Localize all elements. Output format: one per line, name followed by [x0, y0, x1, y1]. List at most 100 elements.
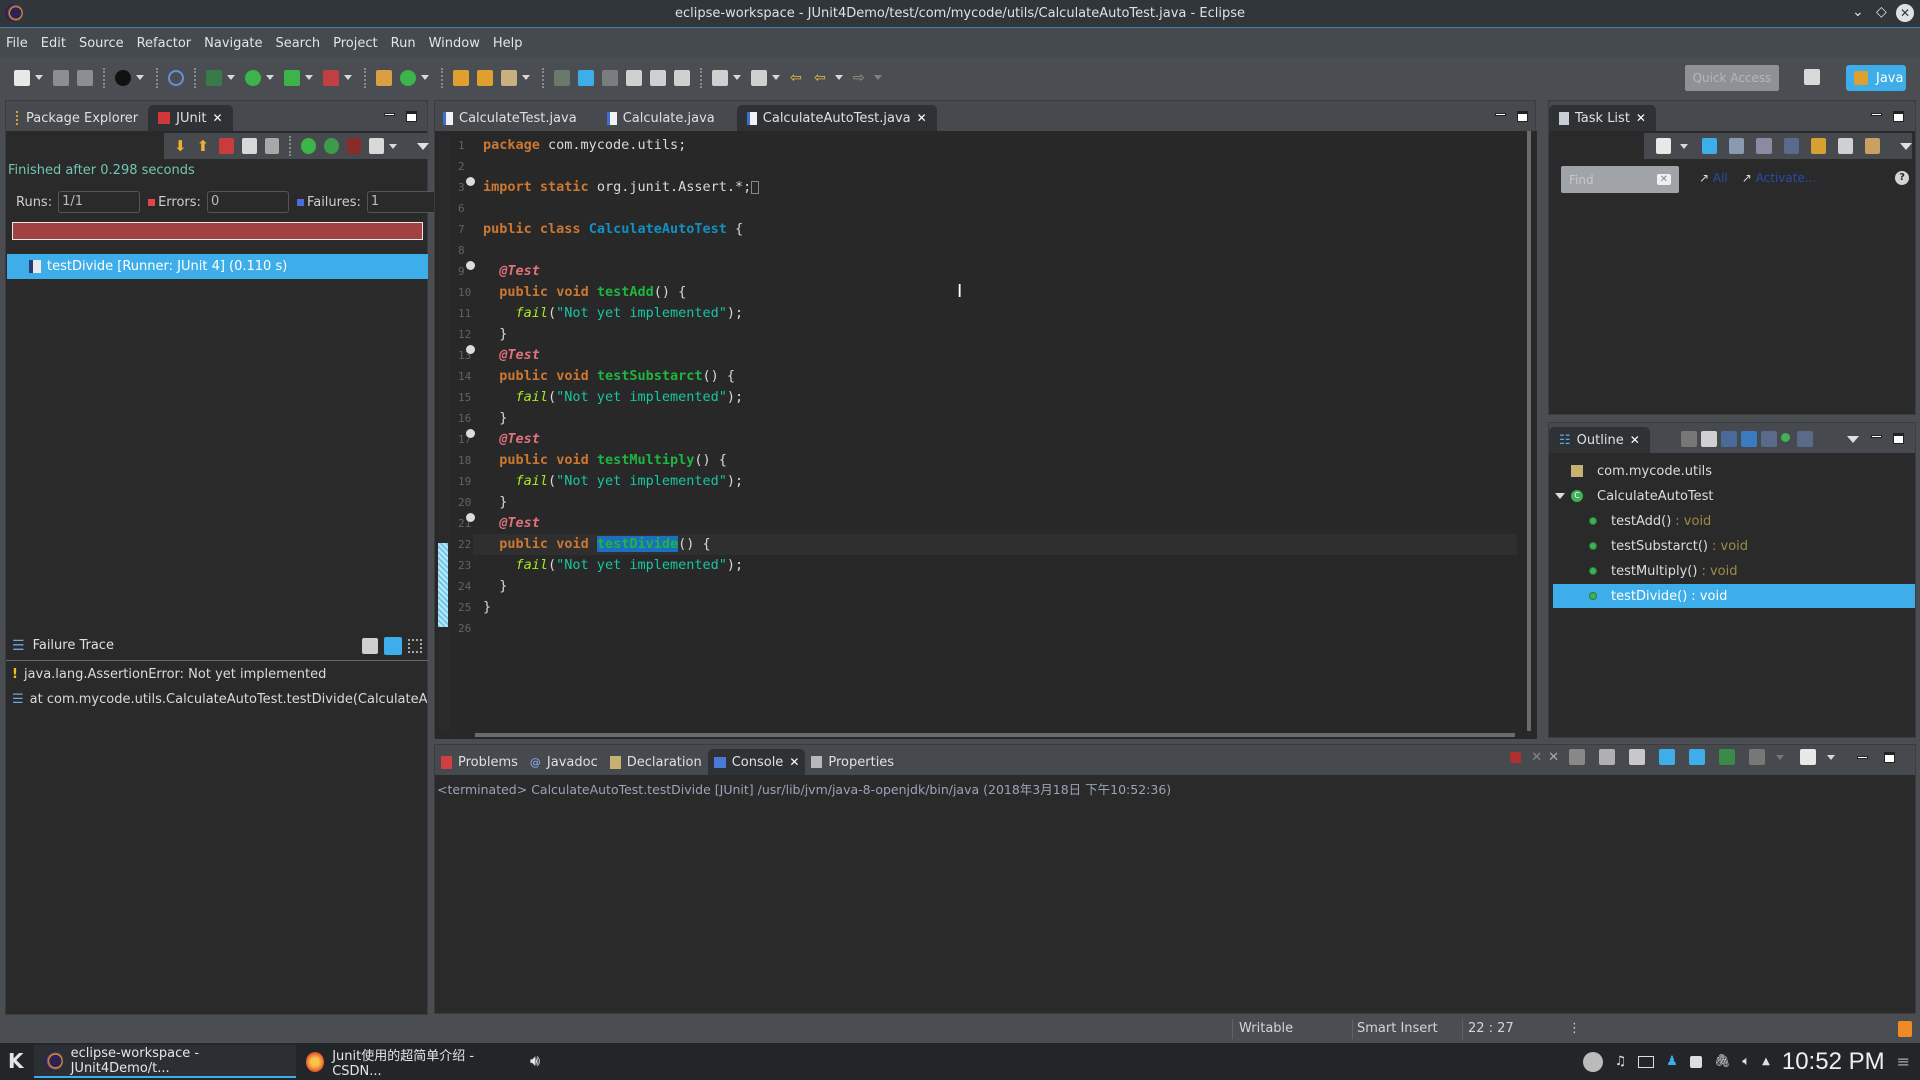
- help-icon[interactable]: ?: [1895, 171, 1909, 185]
- toggle-mark-occurrences-icon[interactable]: [578, 69, 594, 86]
- keyboard-layout-icon[interactable]: [1638, 1055, 1655, 1068]
- open-perspective-icon[interactable]: [1804, 69, 1820, 85]
- maximize-view-icon[interactable]: [1893, 433, 1904, 444]
- clipboard-icon[interactable]: 🖇︎: [1714, 1054, 1731, 1069]
- previous-annotation-dropdown-icon[interactable]: [772, 75, 780, 80]
- word-wrap-icon[interactable]: [1629, 749, 1645, 765]
- dropdown-icon[interactable]: [136, 75, 144, 80]
- kde-launcher-icon[interactable]: K: [8, 1049, 24, 1073]
- rerun-test-icon[interactable]: [301, 138, 317, 154]
- clock[interactable]: 10:52 PM: [1782, 1048, 1885, 1076]
- toggle-ant-editor-icon[interactable]: [554, 69, 570, 86]
- test-tree-item[interactable]: testDivide [Runner: JUnit 4] (0.110 s): [7, 254, 428, 279]
- minimize-view-icon[interactable]: [384, 113, 395, 116]
- history-dropdown-icon[interactable]: [389, 143, 398, 149]
- taskbar-item-eclipse[interactable]: eclipse-workspace - JUnit4Demo/t...: [34, 1045, 296, 1078]
- code-editor[interactable]: 1 2 3 6 7 8 9 10 11 12 13 14 15 16 17 18…: [435, 131, 1537, 739]
- task-find-input[interactable]: Find ✕: [1561, 166, 1679, 193]
- minimize-view-icon[interactable]: [1871, 435, 1882, 438]
- show-failures-only-icon[interactable]: [219, 138, 235, 154]
- debug-dropdown-icon[interactable]: [227, 75, 235, 80]
- show-console-on-stderr-icon[interactable]: [1689, 749, 1705, 765]
- new-task-dropdown-icon[interactable]: [1680, 143, 1689, 149]
- close-tab-icon[interactable]: ✕: [212, 111, 222, 125]
- panel-menu-icon[interactable]: ≡: [1897, 1052, 1910, 1071]
- menu-window[interactable]: Window: [429, 36, 480, 51]
- back-icon[interactable]: ⇦: [814, 70, 830, 86]
- editor-tab-calculatetest[interactable]: CalculateTest.java: [435, 105, 593, 131]
- outline-item-method[interactable]: testAdd(): void: [1549, 509, 1917, 533]
- open-task-icon[interactable]: [477, 69, 493, 86]
- lock-icon[interactable]: [1689, 1055, 1702, 1068]
- external-tools-dropdown-icon[interactable]: [344, 75, 352, 80]
- display-selected-console-icon[interactable]: [1749, 749, 1765, 765]
- hide-non-public-icon[interactable]: [1741, 431, 1757, 447]
- external-tools-icon[interactable]: [323, 69, 339, 86]
- menu-run[interactable]: Run: [391, 36, 416, 51]
- next-failure-icon[interactable]: ⬇: [174, 138, 189, 154]
- minimize-window-icon[interactable]: ⌄: [1852, 4, 1864, 20]
- copy-trace-icon[interactable]: [408, 639, 422, 653]
- rss-feed-icon[interactable]: [1898, 1021, 1912, 1037]
- quick-access-input[interactable]: Quick Access: [1685, 65, 1779, 91]
- search-dropdown-icon[interactable]: [522, 75, 530, 80]
- new-java-package-icon[interactable]: [376, 69, 392, 86]
- system-update-icon[interactable]: [1582, 1051, 1603, 1072]
- tab-problems[interactable]: Problems: [435, 749, 524, 775]
- skip-breakpoints-icon[interactable]: [168, 69, 184, 86]
- menu-source[interactable]: Source: [79, 36, 124, 51]
- music-player-icon[interactable]: ♫: [1615, 1054, 1627, 1069]
- maximize-editor-icon[interactable]: [1517, 111, 1528, 122]
- maximize-view-icon[interactable]: [1893, 111, 1904, 122]
- scheduled-icon[interactable]: [1729, 138, 1745, 154]
- menu-file[interactable]: File: [6, 36, 28, 51]
- editor-tab-calculate[interactable]: Calculate.java: [593, 105, 737, 131]
- expand-arrow-icon[interactable]: [1555, 493, 1565, 499]
- debug-perspective-icon[interactable]: [115, 69, 131, 86]
- run-icon[interactable]: [245, 69, 261, 86]
- close-tab-icon[interactable]: ✕: [789, 755, 799, 769]
- forward-icon[interactable]: ⇨: [853, 70, 869, 86]
- tab-task-list[interactable]: Task List ✕: [1549, 105, 1656, 131]
- show-console-on-stdout-icon[interactable]: [1659, 749, 1675, 765]
- outline-item-class[interactable]: C CalculateAutoTest: [1549, 484, 1917, 508]
- next-annotation-icon[interactable]: [712, 69, 728, 86]
- outline-item-method[interactable]: testSubstarct(): void: [1549, 534, 1917, 558]
- new-dropdown-icon[interactable]: [35, 75, 43, 80]
- terminate-icon[interactable]: [1510, 751, 1522, 763]
- remove-launch-icon[interactable]: ✕: [1531, 750, 1542, 765]
- code-content[interactable]: package com.mycode.utils; import static …: [473, 135, 1517, 639]
- previous-failure-icon[interactable]: ⬆: [197, 138, 212, 154]
- tab-package-explorer[interactable]: Package Explorer: [6, 105, 148, 131]
- menu-search[interactable]: Search: [275, 36, 320, 51]
- taskbar-item-firefox[interactable]: Junit使用的超简单介绍 - CSDN...: [296, 1045, 520, 1079]
- volume-icon[interactable]: 🔈︎: [1742, 1054, 1750, 1069]
- view-menu-icon[interactable]: [1900, 142, 1912, 150]
- tab-junit[interactable]: JUnit ✕: [148, 105, 233, 131]
- toggle-word-wrap-icon[interactable]: [602, 69, 618, 86]
- show-skipped-tests-icon[interactable]: [242, 138, 257, 154]
- close-window-icon[interactable]: ✕: [1896, 4, 1914, 22]
- pin-console-icon[interactable]: [1719, 749, 1735, 765]
- stop-test-run-icon[interactable]: [346, 138, 362, 154]
- focus-active-task-icon[interactable]: [1781, 433, 1790, 442]
- close-tab-icon[interactable]: ✕: [1636, 111, 1646, 125]
- link-with-editor-icon[interactable]: [1797, 431, 1813, 447]
- editor-vertical-scrollbar[interactable]: [1527, 131, 1531, 731]
- tab-console[interactable]: Console ✕: [707, 749, 806, 775]
- show-whitespace-icon[interactable]: [650, 69, 666, 86]
- display-console-dropdown-icon[interactable]: [1776, 754, 1784, 760]
- rerun-failures-first-icon[interactable]: [324, 138, 339, 154]
- failure-trace-line[interactable]: ☰ at com.mycode.utils.CalculateAutoTest.…: [12, 692, 427, 707]
- test-run-history-icon[interactable]: [369, 138, 385, 154]
- view-menu-icon[interactable]: [1847, 436, 1859, 443]
- compare-actual-result-icon[interactable]: [384, 637, 402, 655]
- editor-tab-calculateautotest[interactable]: CalculateAutoTest.java ✕: [736, 105, 937, 131]
- activate-link[interactable]: ↗ Activate...: [1742, 171, 1817, 185]
- last-edit-location-icon[interactable]: ⇦: [790, 70, 806, 86]
- next-annotation-dropdown-icon[interactable]: [733, 75, 741, 80]
- new-icon[interactable]: [14, 69, 30, 86]
- scroll-lock-icon[interactable]: [264, 138, 280, 154]
- search-icon[interactable]: [501, 69, 517, 86]
- open-console-icon[interactable]: [1800, 749, 1816, 765]
